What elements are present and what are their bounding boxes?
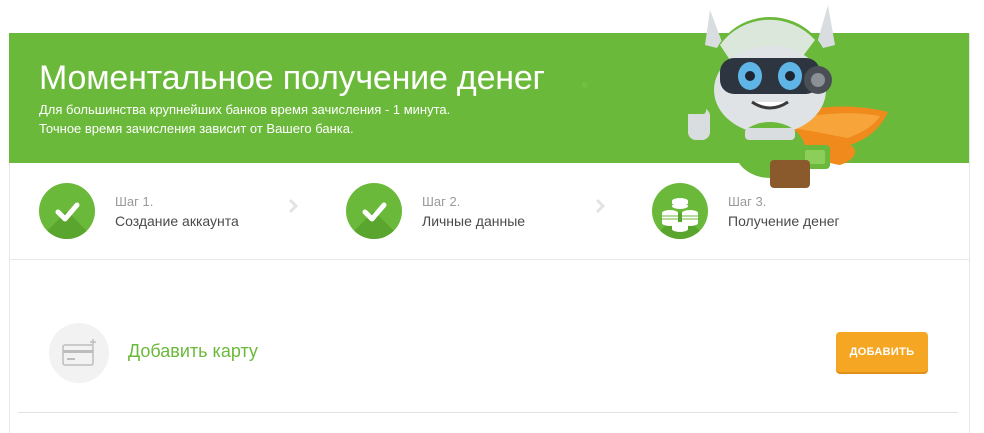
page-title: Моментальное получение денег [39, 59, 545, 97]
step-1-status-circle [39, 183, 95, 239]
step-name: Создание аккаунта [115, 213, 239, 229]
add-card-row: Добавить карту ДОБАВИТЬ [18, 290, 958, 413]
banner-subtitle: Для большинства крупнейших банков время … [39, 100, 450, 138]
checkmark-icon [55, 202, 80, 222]
progress-steps: Шаг 1. Создание аккаунта Шаг 2. Личные д… [9, 163, 969, 260]
step-name: Личные данные [422, 213, 526, 229]
step-number: Шаг 3. [728, 194, 767, 209]
chevron-right-icon [288, 199, 299, 213]
credit-card-add-icon [62, 339, 96, 366]
step-number: Шаг 2. [422, 194, 461, 209]
step-2-status-circle [346, 183, 402, 239]
banner-subtitle-line-2: Точное время зачисления зависит от Вашег… [39, 121, 354, 136]
banner-subtitle-line-1: Для большинства крупнейших банков время … [39, 102, 451, 117]
checkmark-icon [362, 202, 387, 222]
add-card-label[interactable]: Добавить карту [128, 341, 258, 362]
coins-icon [662, 198, 698, 232]
step-name: Получение денег [728, 213, 840, 229]
step-number: Шаг 1. [115, 194, 154, 209]
step-3-status-circle [652, 183, 708, 239]
robot-mascot-illustration [680, 5, 888, 188]
add-card-icon-circle[interactable] [49, 323, 109, 383]
add-card-button[interactable]: ДОБАВИТЬ [836, 332, 928, 372]
chevron-right-icon [595, 199, 606, 213]
